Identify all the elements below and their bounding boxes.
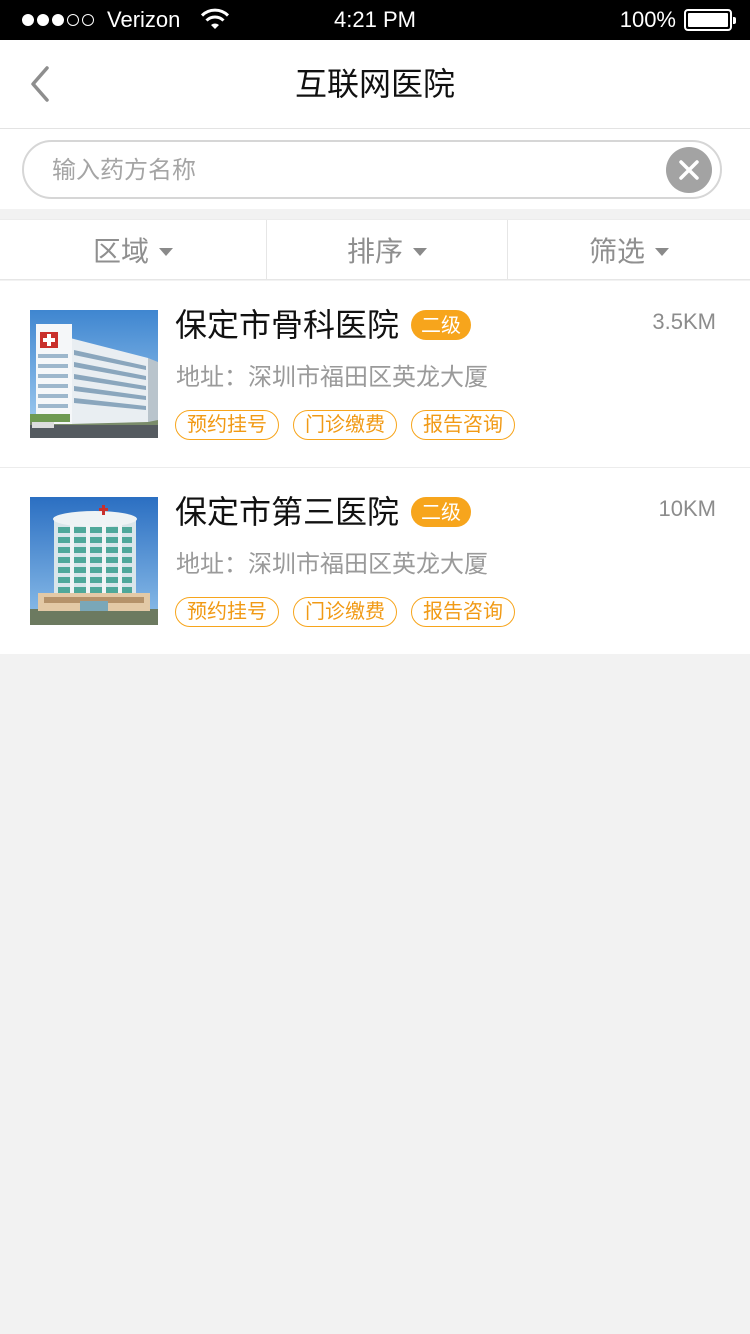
filter-label: 区域 <box>92 235 149 268</box>
service-tags: 预约挂号 门诊缴费 报告咨询 <box>175 597 529 627</box>
battery-icon <box>684 9 736 31</box>
hospital-building-image <box>30 310 158 438</box>
back-button[interactable] <box>18 58 62 110</box>
caret-down-icon <box>159 247 173 256</box>
search-section <box>0 129 750 209</box>
filter-sort[interactable]: 排序 <box>267 220 508 280</box>
status-right: 100% <box>619 0 736 40</box>
clear-search-button[interactable] <box>666 147 712 193</box>
tag-appointment[interactable]: 预约挂号 <box>175 597 279 627</box>
level-badge: 二级 <box>411 497 472 527</box>
hospital-name-row: 保定市骨科医院 二级 <box>175 303 472 347</box>
filter-screen[interactable]: 筛选 <box>508 220 750 280</box>
distance: 3.5KM <box>652 309 716 334</box>
tag-payment[interactable]: 门诊缴费 <box>293 410 397 440</box>
hospital-list-item[interactable]: 保定市骨科医院 二级 3.5KM 地址：深圳市福田区英龙大厦 预约挂号 门诊缴费… <box>0 281 750 468</box>
hospital-list-item[interactable]: 保定市第三医院 二级 10KM 地址：深圳市福田区英龙大厦 预约挂号 门诊缴费 … <box>0 468 750 654</box>
battery-percent: 100% <box>619 7 676 32</box>
hospital-name: 保定市第三医院 <box>175 493 400 531</box>
filter-label: 排序 <box>346 235 403 268</box>
caret-down-icon <box>413 247 427 256</box>
hospital-building-image <box>30 497 158 625</box>
filter-bar: 区域 排序 筛选 <box>0 219 750 280</box>
hospital-address: 地址：深圳市福田区英龙大厦 <box>176 363 488 391</box>
status-bar: Verizon 4:21 PM 100% <box>0 0 750 40</box>
hospital-list: 保定市骨科医院 二级 3.5KM 地址：深圳市福田区英龙大厦 预约挂号 门诊缴费… <box>0 281 750 654</box>
navigation-bar: 互联网医院 <box>0 40 750 129</box>
hospital-image <box>30 497 158 625</box>
distance: 10KM <box>658 496 716 521</box>
hospital-name: 保定市骨科医院 <box>175 306 400 344</box>
caret-down-icon <box>655 247 669 256</box>
close-icon <box>679 160 699 180</box>
level-badge: 二级 <box>411 310 472 340</box>
search-input[interactable] <box>52 142 652 197</box>
hospital-image <box>30 310 158 438</box>
tag-payment[interactable]: 门诊缴费 <box>293 597 397 627</box>
filter-region[interactable]: 区域 <box>0 220 267 280</box>
tag-report[interactable]: 报告咨询 <box>411 410 515 440</box>
search-box <box>22 140 722 199</box>
hospital-name-row: 保定市第三医院 二级 <box>175 490 472 534</box>
service-tags: 预约挂号 门诊缴费 报告咨询 <box>175 410 529 440</box>
filter-label: 筛选 <box>588 235 645 268</box>
tag-appointment[interactable]: 预约挂号 <box>175 410 279 440</box>
hospital-address: 地址：深圳市福田区英龙大厦 <box>176 550 488 578</box>
chevron-left-icon <box>31 66 49 102</box>
tag-report[interactable]: 报告咨询 <box>411 597 515 627</box>
page-title: 互联网医院 <box>294 65 455 103</box>
